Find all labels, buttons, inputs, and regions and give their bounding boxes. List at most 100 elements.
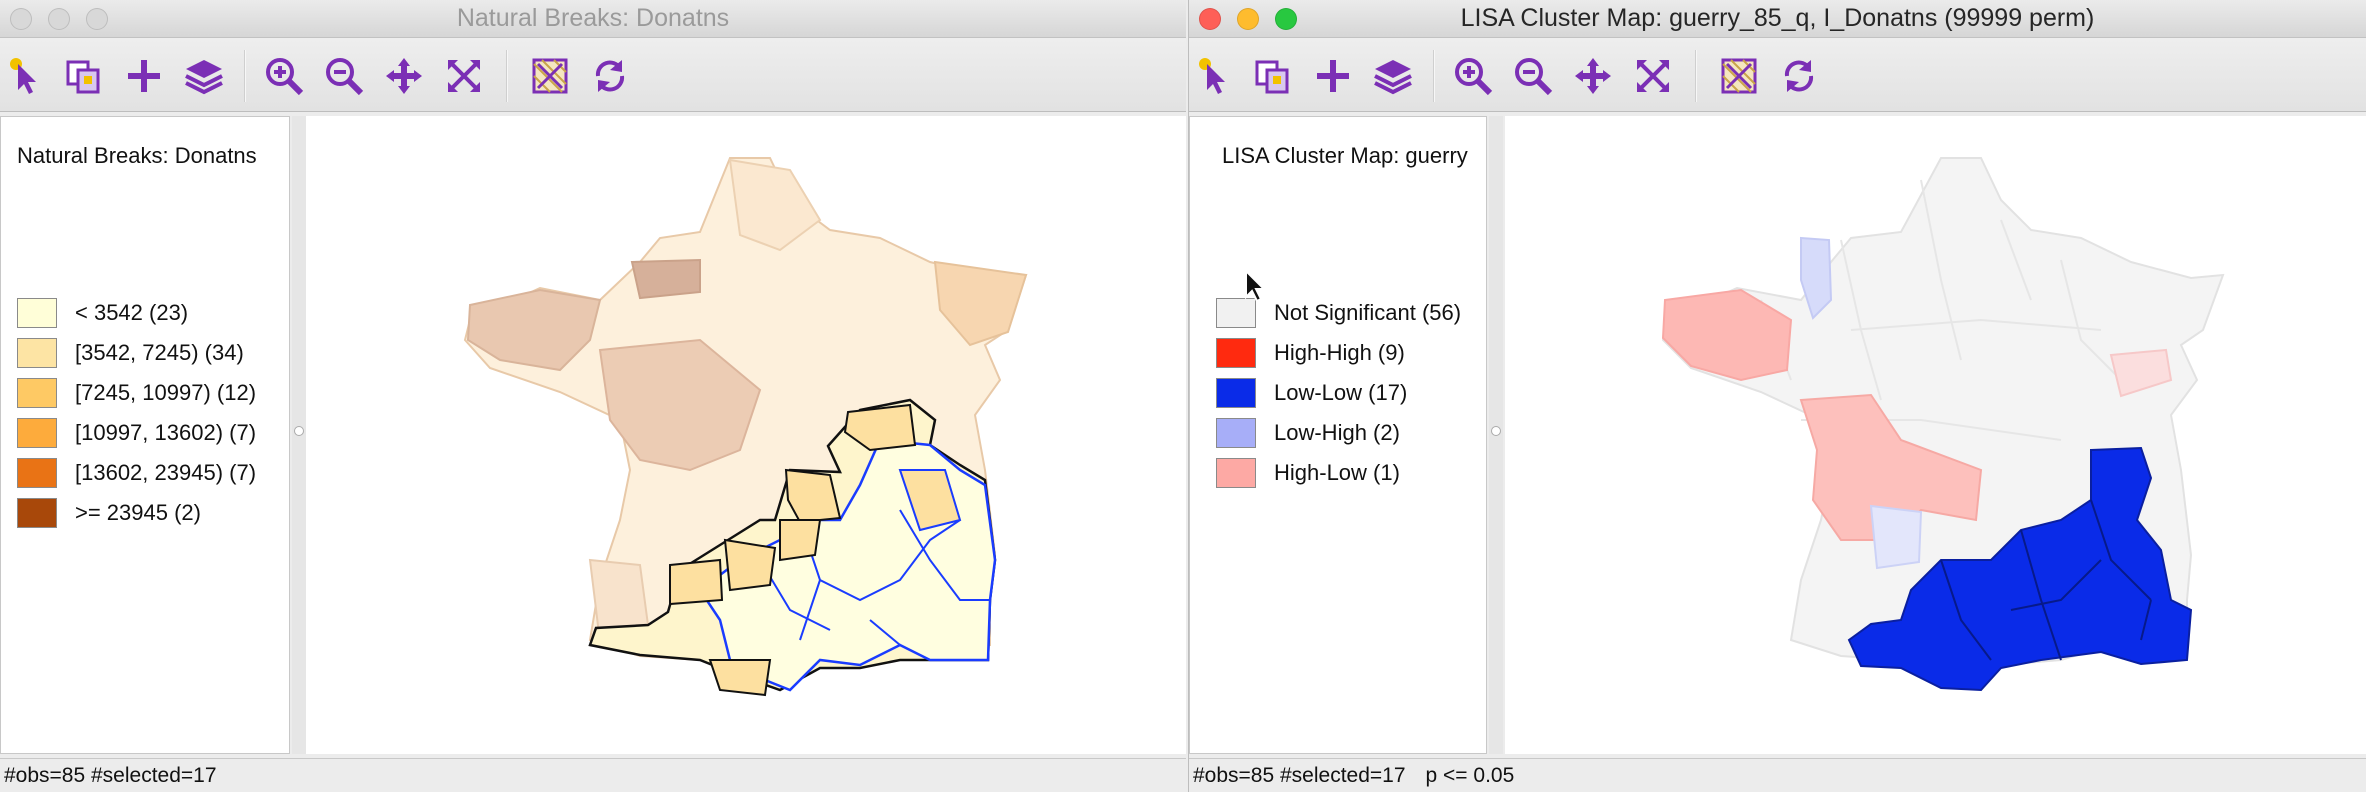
map-toolbar: [1189, 38, 2366, 112]
window-controls: [1199, 8, 1297, 30]
legend-label: Not Significant (56): [1274, 300, 1462, 325]
refresh-icon: [1784, 60, 1814, 92]
add-button[interactable]: [1311, 54, 1355, 98]
zoom-in-icon: [266, 58, 304, 96]
legend-swatch: [17, 418, 57, 448]
minimize-button[interactable]: [48, 8, 70, 30]
status-bar: #obs=85 #selected=17: [0, 758, 1186, 792]
legend-label: Low-High (2): [1274, 420, 1400, 445]
window-title: LISA Cluster Map: guerry_85_q, I_Donatns…: [1460, 4, 2095, 32]
refresh-button[interactable]: [588, 54, 632, 98]
department-high[interactable]: [723, 538, 777, 592]
legend-label: < 3542 (23): [75, 300, 189, 325]
toolbar-separator: [1433, 50, 1435, 102]
fit-extent-button[interactable]: [1631, 54, 1675, 98]
legend-swatch: [17, 338, 57, 368]
mouse-pointer-icon: [1245, 269, 1266, 303]
map-canvas[interactable]: [1505, 116, 2366, 754]
toolbar-separator: [244, 50, 246, 102]
window-controls: [10, 8, 108, 30]
selection-tool-button[interactable]: [62, 54, 106, 98]
basemap-button[interactable]: [1717, 54, 1761, 98]
legend-swatch: [17, 458, 57, 488]
department-high[interactable]: [669, 558, 724, 606]
legend-swatch: [17, 298, 57, 328]
legend-item[interactable]: High-High (9): [1216, 337, 1405, 369]
region-normandy: [630, 258, 701, 300]
title-bar[interactable]: Natural Breaks: Donatns: [0, 0, 1186, 38]
select-arrow-icon: [10, 58, 36, 94]
department-high[interactable]: [779, 519, 822, 562]
department-high[interactable]: [708, 659, 772, 697]
close-button[interactable]: [1199, 8, 1221, 30]
toolbar-separator: [1695, 50, 1697, 102]
lisa-cluster-map[interactable]: [1505, 116, 2366, 754]
add-button[interactable]: [122, 54, 166, 98]
legend-title: LISA Cluster Map: guerry: [1222, 143, 1468, 168]
legend-label: High-High (9): [1274, 340, 1405, 365]
zoom-button[interactable]: [86, 8, 108, 30]
panel-splitter[interactable]: [1489, 116, 1503, 754]
selection-copy-icon: [1255, 60, 1289, 94]
legend-label: >= 23945 (2): [75, 500, 201, 525]
add-icon: [128, 60, 160, 92]
choropleth-map[interactable]: [306, 116, 1186, 754]
cluster-low-high[interactable]: [1869, 504, 1923, 570]
pan-icon: [386, 58, 422, 94]
map-canvas[interactable]: [306, 116, 1186, 754]
legend-label: [10997, 13602) (7): [75, 420, 257, 445]
legend-item[interactable]: [7245, 10997) (12): [17, 377, 256, 409]
legend-swatch: [17, 498, 57, 528]
legend-label: [3542, 7245) (34): [75, 340, 244, 365]
panel-splitter[interactable]: [292, 116, 306, 754]
map-legend: LISA Cluster Map: guerry Not Significant…: [1189, 116, 1487, 754]
map-legend: Natural Breaks: Donatns < 3542 (23) [354…: [0, 116, 290, 754]
zoom-in-button[interactable]: [1451, 54, 1495, 98]
layers-button[interactable]: [1371, 54, 1415, 98]
window-title: Natural Breaks: Donatns: [456, 4, 730, 32]
zoom-in-button[interactable]: [262, 54, 306, 98]
legend-item[interactable]: [10997, 13602) (7): [17, 417, 256, 449]
refresh-icon: [595, 60, 625, 92]
select-tool-button[interactable]: [1193, 54, 1237, 98]
legend-item[interactable]: < 3542 (23): [17, 297, 188, 329]
zoom-out-icon: [1515, 58, 1553, 96]
close-button[interactable]: [10, 8, 32, 30]
basemap-button[interactable]: [528, 54, 572, 98]
pan-icon: [1575, 58, 1611, 94]
legend-title: Natural Breaks: Donatns: [17, 143, 257, 168]
layers-icon: [1374, 60, 1412, 95]
layers-button[interactable]: [182, 54, 226, 98]
fit-extent-icon: [1637, 60, 1669, 92]
legend-item[interactable]: Low-Low (17): [1216, 377, 1407, 409]
legend-item[interactable]: Low-High (2): [1216, 417, 1400, 449]
basemap-icon: [1721, 58, 1757, 94]
add-icon: [1317, 60, 1349, 92]
legend-label: [7245, 10997) (12): [75, 380, 257, 405]
status-text: #obs=85 #selected=17: [1193, 763, 1406, 787]
legend-swatch: [17, 378, 57, 408]
select-tool-button[interactable]: [4, 54, 48, 98]
legend-item[interactable]: [3542, 7245) (34): [17, 337, 244, 369]
legend-item[interactable]: >= 23945 (2): [17, 497, 201, 529]
title-bar[interactable]: LISA Cluster Map: guerry_85_q, I_Donatns…: [1189, 0, 2366, 38]
zoom-button[interactable]: [1275, 8, 1297, 30]
selection-copy-icon: [66, 60, 100, 94]
minimize-button[interactable]: [1237, 8, 1259, 30]
legend-item[interactable]: [13602, 23945) (7): [17, 457, 256, 489]
lisa-cluster-window: LISA Cluster Map: guerry_85_q, I_Donatns…: [1188, 0, 2366, 792]
fit-extent-icon: [448, 60, 480, 92]
legend-item[interactable]: High-Low (1): [1216, 457, 1400, 489]
refresh-button[interactable]: [1777, 54, 1821, 98]
fit-extent-button[interactable]: [442, 54, 486, 98]
pan-button[interactable]: [382, 54, 426, 98]
zoom-out-button[interactable]: [322, 54, 366, 98]
zoom-out-button[interactable]: [1511, 54, 1555, 98]
legend-swatch: [1216, 338, 1256, 368]
legend-label: [13602, 23945) (7): [75, 460, 257, 485]
pan-button[interactable]: [1571, 54, 1615, 98]
legend-label: Low-Low (17): [1274, 380, 1408, 405]
selection-tool-button[interactable]: [1251, 54, 1295, 98]
layers-icon: [185, 60, 223, 95]
map-toolbar: [0, 38, 1186, 112]
